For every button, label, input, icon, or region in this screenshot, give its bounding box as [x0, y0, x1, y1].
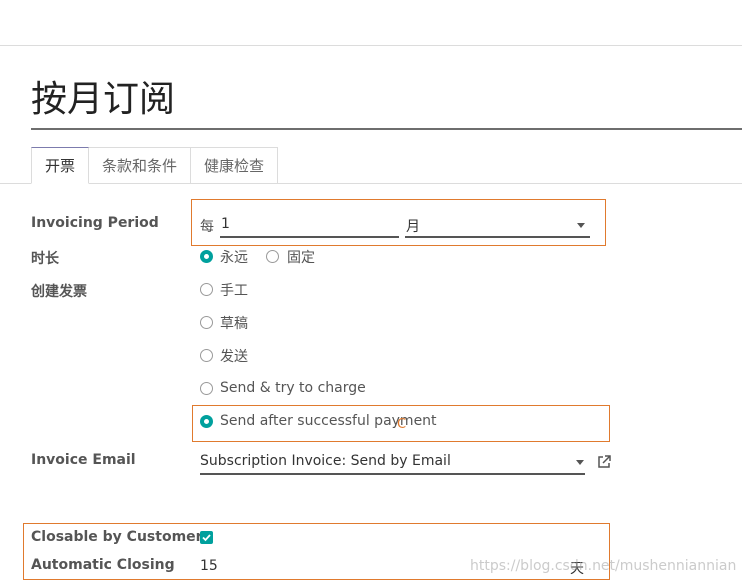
tab-invoicing[interactable]: 开票 [31, 147, 90, 184]
invoice-email-select[interactable]: Subscription Invoice: Send by Email [200, 453, 451, 469]
duration-label: 时长 [31, 251, 59, 267]
create-invoice-charge-radio[interactable] [200, 382, 213, 395]
create-invoice-label: 创建发票 [31, 284, 87, 300]
tab-terms[interactable]: 条款和条件 [89, 147, 192, 184]
create-invoice-manual-label[interactable]: 手工 [220, 280, 248, 300]
invoicing-period-value-input[interactable]: 1 [221, 216, 230, 232]
duration-fixed-radio[interactable] [266, 250, 279, 263]
create-invoice-charge-label[interactable]: Send & try to charge [220, 380, 366, 396]
invoicing-period-prefix: 每 [200, 219, 214, 235]
create-invoice-after-payment-radio[interactable] [200, 415, 213, 428]
invoicing-period-label: Invoicing Period [31, 215, 159, 231]
watermark-text: https://blog.csdn.net/mushenniannian [470, 558, 737, 574]
caret-down-icon[interactable] [577, 223, 585, 228]
create-invoice-manual-radio[interactable] [200, 283, 213, 296]
invoice-email-underline [200, 473, 585, 475]
tab-health-check[interactable]: 健康检查 [191, 147, 279, 184]
highlight-invoicing-period [191, 199, 606, 246]
automatic-closing-input[interactable]: 15 [200, 558, 218, 574]
caret-down-icon[interactable] [576, 460, 584, 465]
cursor-icon: C [397, 417, 407, 432]
closable-by-customer-checkbox[interactable] [200, 531, 213, 544]
tab-bar: 开票 条款和条件 健康检查 [31, 147, 279, 184]
closable-by-customer-label: Closable by Customer [31, 529, 203, 545]
automatic-closing-label: Automatic Closing [31, 557, 175, 573]
invoicing-period-value-underline [220, 236, 399, 238]
check-icon [202, 534, 211, 542]
invoicing-period-unit-underline [405, 236, 590, 238]
invoicing-period-unit-select[interactable]: 月 [406, 216, 420, 236]
page-title: 按月订阅 [31, 79, 176, 120]
duration-forever-label[interactable]: 永远 [220, 247, 248, 267]
create-invoice-send-radio[interactable] [200, 349, 213, 362]
external-link-icon[interactable] [597, 455, 611, 469]
duration-forever-radio[interactable] [200, 250, 213, 263]
title-underline [31, 128, 742, 130]
top-divider [0, 45, 742, 46]
create-invoice-send-label[interactable]: 发送 [220, 346, 248, 366]
invoice-email-label: Invoice Email [31, 452, 136, 468]
create-invoice-draft-radio[interactable] [200, 316, 213, 329]
duration-fixed-label[interactable]: 固定 [287, 247, 315, 267]
create-invoice-draft-label[interactable]: 草稿 [220, 313, 248, 333]
